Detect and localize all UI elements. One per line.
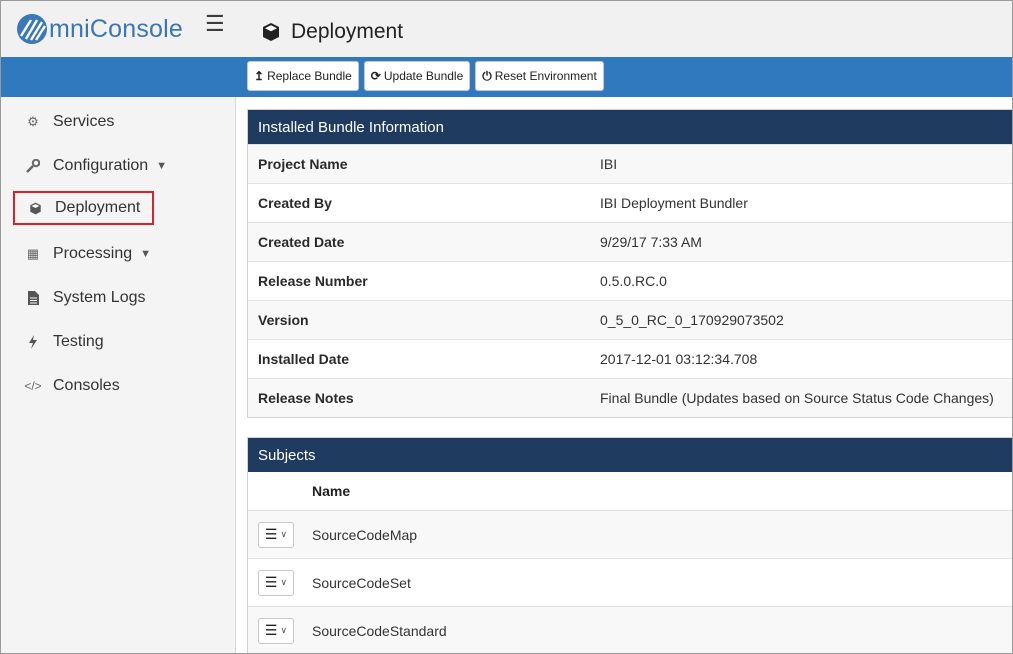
- sidebar-item-label: Configuration: [53, 157, 149, 174]
- file-icon: [25, 291, 41, 305]
- info-row-created-date: Created Date 9/29/17 7:33 AM: [248, 222, 1012, 261]
- update-bundle-label: Update Bundle: [383, 69, 464, 83]
- info-row-project-name: Project Name IBI: [248, 144, 1012, 183]
- sidebar-item-label: Deployment: [55, 199, 141, 216]
- caret-down-icon: ▼: [156, 160, 168, 172]
- column-header-name[interactable]: Name: [248, 472, 1012, 511]
- subjects-list: ☰ ∨ SourceCodeMap ☰ ∨ SourceCodeSet ☰ ∨ Sou…: [248, 511, 1012, 653]
- bundle-info-panel: Installed Bundle Information Project Nam…: [247, 109, 1012, 418]
- info-label: Release Number: [258, 273, 368, 289]
- chevron-down-icon: ∨: [280, 625, 288, 635]
- subjects-panel: Subjects Name ☰ ∨ SourceCodeMap ☰ ∨ Source…: [247, 437, 1012, 653]
- subject-name: SourceCodeSet: [312, 574, 411, 591]
- app-window: mniConsole ☰ Deployment ↥ Replace Bundle…: [0, 0, 1013, 654]
- brand-area: mniConsole ☰: [1, 1, 235, 57]
- info-value: IBI Deployment Bundler: [600, 195, 748, 211]
- info-row-version: Version 0_5_0_RC_0_170929073502: [248, 300, 1012, 339]
- page-title-text: Deployment: [291, 20, 404, 43]
- info-row-created-by: Created By IBI Deployment Bundler: [248, 183, 1012, 222]
- table-row: ☰ ∨ SourceCodeStandard: [248, 607, 1012, 653]
- gears-icon: ⚙: [27, 114, 39, 129]
- cube-icon: [27, 202, 43, 215]
- info-label: Project Name: [258, 156, 348, 172]
- code-icon: </>: [24, 379, 42, 393]
- bolt-icon: [25, 335, 41, 349]
- refresh-icon: ⟳: [370, 69, 381, 83]
- menu-toggle-icon[interactable]: ☰: [205, 11, 225, 37]
- info-row-release-number: Release Number 0.5.0.RC.0: [248, 261, 1012, 300]
- sidebar-item-label: Services: [53, 113, 115, 130]
- chevron-down-icon: ∨: [280, 577, 288, 587]
- row-actions-button[interactable]: ☰ ∨: [258, 617, 294, 644]
- chevron-down-icon: ∨: [280, 529, 288, 539]
- sidebar-item-label: System Logs: [53, 289, 146, 306]
- toolbar: ↥ Replace Bundle ⟳ Update Bundle ⏻ Reset…: [247, 61, 604, 91]
- sidebar-item-label: Testing: [53, 333, 104, 350]
- sidebar-item-processing[interactable]: ▦ Processing ▼: [13, 237, 151, 271]
- reset-environment-label: Reset Environment: [494, 69, 597, 83]
- info-row-release-notes: Release Notes Final Bundle (Updates base…: [248, 378, 1012, 417]
- page-header: Deployment: [235, 1, 1012, 57]
- replace-bundle-button[interactable]: ↥ Replace Bundle: [247, 61, 359, 91]
- bundle-info-title: Installed Bundle Information: [248, 110, 1012, 144]
- bundle-info-table: Project Name IBI Created By IBI Deployme…: [248, 144, 1012, 417]
- logo[interactable]: mniConsole: [17, 14, 183, 44]
- row-actions-button[interactable]: ☰ ∨: [258, 521, 294, 548]
- info-label: Created By: [258, 195, 332, 211]
- power-icon: ⏻: [482, 68, 492, 83]
- replace-bundle-label: Replace Bundle: [267, 69, 352, 83]
- info-value: 2017-12-01 03:12:34.708: [600, 351, 758, 367]
- info-value: 0_5_0_RC_0_170929073502: [600, 312, 784, 328]
- table-icon: ▦: [26, 246, 40, 261]
- info-label: Version: [258, 312, 309, 328]
- subjects-title: Subjects: [248, 438, 1012, 472]
- subject-name: SourceCodeStandard: [312, 622, 447, 639]
- info-value: Final Bundle (Updates based on Source St…: [600, 390, 994, 406]
- sidebar-item-label: Consoles: [53, 377, 120, 394]
- sidebar: ⚙ Services Configuration ▼ Deployment ▦ …: [1, 97, 236, 653]
- info-row-installed-date: Installed Date 2017-12-01 03:12:34.708: [248, 339, 1012, 378]
- list-icon: ☰: [264, 526, 278, 542]
- row-actions-button[interactable]: ☰ ∨: [258, 569, 294, 596]
- sidebar-item-consoles[interactable]: </> Consoles: [13, 369, 120, 403]
- sidebar-item-system-logs[interactable]: System Logs: [13, 281, 145, 315]
- cube-icon: [263, 23, 279, 41]
- subject-name: SourceCodeMap: [312, 526, 418, 543]
- info-label: Installed Date: [258, 351, 350, 367]
- logo-mark-icon: [17, 14, 47, 44]
- caret-down-icon: ▼: [140, 248, 152, 260]
- page-title: Deployment: [261, 20, 403, 44]
- info-value: 9/29/17 7:33 AM: [600, 234, 702, 250]
- info-value: 0.5.0.RC.0: [600, 273, 667, 289]
- info-label: Release Notes: [258, 390, 354, 406]
- sidebar-item-deployment[interactable]: Deployment: [13, 191, 155, 225]
- sidebar-item-configuration[interactable]: Configuration ▼: [13, 149, 167, 183]
- reset-environment-button[interactable]: ⏻ Reset Environment: [475, 61, 604, 91]
- sidebar-item-label: Processing: [53, 245, 133, 262]
- sidebar-item-testing[interactable]: Testing: [13, 325, 104, 359]
- wrench-icon: [25, 159, 41, 173]
- sidebar-item-services[interactable]: ⚙ Services: [13, 105, 114, 139]
- list-icon: ☰: [264, 622, 278, 638]
- table-row: ☰ ∨ SourceCodeMap: [248, 511, 1012, 559]
- info-value: IBI: [600, 156, 618, 172]
- brand-text: mniConsole: [49, 14, 184, 43]
- table-row: ☰ ∨ SourceCodeSet: [248, 559, 1012, 607]
- list-icon: ☰: [264, 574, 278, 590]
- info-label: Created Date: [258, 234, 345, 250]
- update-bundle-button[interactable]: ⟳ Update Bundle: [363, 61, 471, 91]
- upload-icon: ↥: [254, 69, 265, 83]
